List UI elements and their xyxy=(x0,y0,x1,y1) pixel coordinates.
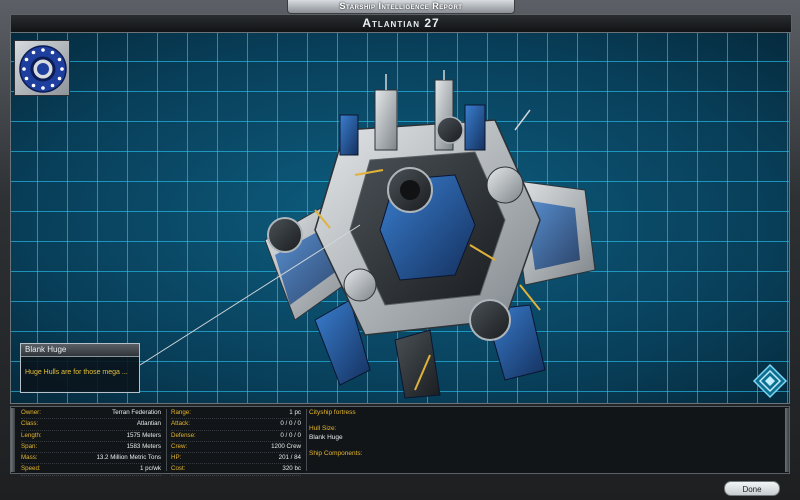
stat-value: 1 pc/wk xyxy=(140,465,161,473)
stat-value: 1583 Meters xyxy=(126,442,161,450)
stat-row: Attack: 0 / 0 / 0 xyxy=(171,419,301,431)
stat-value: 0 / 0 / 0 xyxy=(280,420,301,428)
stat-row: Defense: 0 / 0 / 0 xyxy=(171,431,301,442)
stat-label: Defense: xyxy=(171,431,196,439)
stat-value: 201 / 84 xyxy=(278,454,301,462)
stat-row: Speed: 1 pc/wk xyxy=(21,464,161,476)
stat-value: 320 bc xyxy=(282,465,301,473)
stat-label: Attack: xyxy=(171,420,190,428)
ship-components-label: Ship Components: xyxy=(309,450,363,458)
stat-row: Range: 1 pc xyxy=(171,408,301,420)
ship-description: Cityship fortress Hull Size: Blank Huge … xyxy=(309,409,769,471)
ship-model[interactable] xyxy=(255,70,605,400)
hull-size-value: Blank Huge xyxy=(309,433,343,441)
hull-size-label: Hull Size: xyxy=(309,425,337,433)
stats-divider xyxy=(306,409,307,471)
stat-row: Owner: Terran Federation xyxy=(21,408,161,420)
stat-label: Span: xyxy=(21,442,38,450)
stat-label: Class: xyxy=(21,420,39,428)
panel-side-tab-right xyxy=(785,408,789,472)
panel-side-tab-left xyxy=(11,408,15,472)
stat-label: Owner: xyxy=(21,409,41,416)
stat-row: Span: 1583 Meters xyxy=(21,442,161,454)
stat-value: 1575 Meters xyxy=(126,431,161,439)
stat-label: Cost: xyxy=(171,465,186,473)
stat-label: Range: xyxy=(171,409,191,416)
stat-label: Mass: xyxy=(21,454,38,462)
stat-row: Length: 1575 Meters xyxy=(21,431,161,442)
tooltip-title: Blank Huge xyxy=(21,344,139,357)
component-tooltip: Blank Huge Huge Hulls are for those mega… xyxy=(20,343,140,393)
stats-right-column: Range: 1 pc Attack: 0 / 0 / 0 Defense: 0 / 0 … xyxy=(171,408,301,476)
tooltip-text: Huge Hulls are for those mega ... xyxy=(25,369,128,376)
ship-name: Atlantian 27 xyxy=(10,14,792,33)
stat-row: Crew: 1200 Crew xyxy=(171,442,301,454)
rotate-view-icon[interactable] xyxy=(752,363,788,399)
stat-label: Length: xyxy=(21,431,42,439)
ship-description-title: Cityship fortress xyxy=(309,409,356,416)
stat-row: Mass: 13.2 Million Metric Tons xyxy=(21,453,161,465)
faction-emblem xyxy=(14,40,70,96)
stat-value: 13.2 Million Metric Tons xyxy=(96,454,161,462)
stat-value: 1 pc xyxy=(289,409,301,416)
faction-emblem-icon xyxy=(19,45,67,93)
stat-value: Terran Federation xyxy=(112,409,161,416)
stat-value: 1200 Crew xyxy=(271,442,301,450)
stat-value: Atlantian xyxy=(136,420,161,428)
stat-label: Crew: xyxy=(171,442,188,450)
stat-value: 0 / 0 / 0 xyxy=(280,431,301,439)
stats-divider xyxy=(166,409,167,471)
stats-left-column: Owner: Terran Federation Class: Atlantian Le… xyxy=(21,408,161,476)
stat-row: Cost: 320 bc xyxy=(171,464,301,476)
stat-label: HP: xyxy=(171,454,182,462)
window-title: Starship Intelligence Report xyxy=(287,0,515,14)
stat-row: Class: Atlantian xyxy=(21,419,161,431)
stat-row: HP: 201 / 84 xyxy=(171,453,301,465)
done-button[interactable]: Done xyxy=(724,481,780,496)
stat-label: Speed: xyxy=(21,465,41,473)
